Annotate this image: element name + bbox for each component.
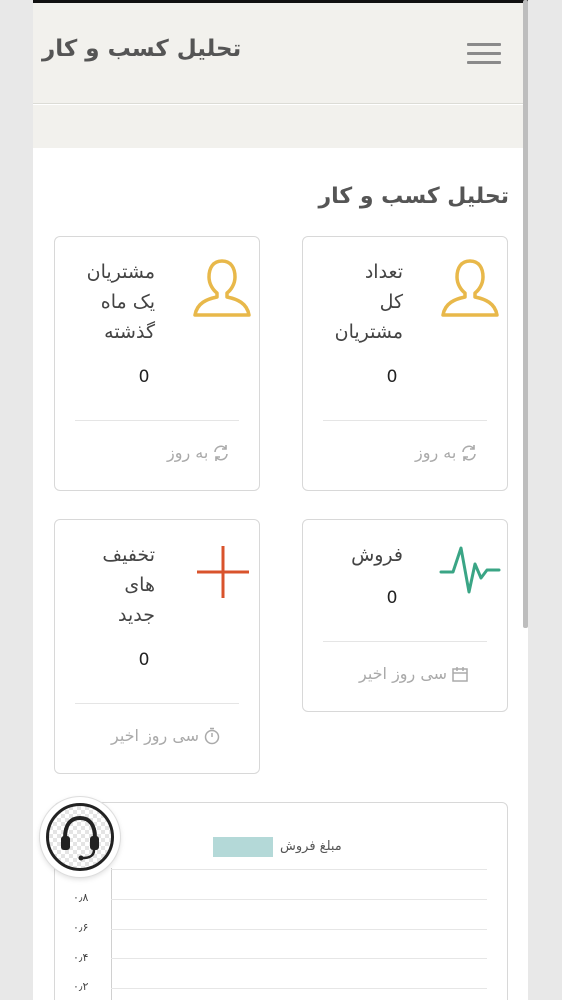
section-title: تحلیل کسب و کار [318, 184, 509, 209]
card-value: 0 [386, 367, 398, 387]
y-axis [111, 868, 112, 1000]
card-value: 0 [138, 367, 150, 387]
y-tick-label: ۰٫۴ [73, 951, 89, 964]
divider [75, 420, 239, 421]
card-footer: به روز [415, 443, 478, 462]
plus-icon [197, 546, 249, 598]
sales-chart: مبلغ فروش ۰٫۸ ۰٫۶ ۰٫۴ ۰٫۲ [54, 802, 508, 1000]
gridline [111, 988, 487, 989]
card-title: تعداد کل مشتریان [334, 261, 403, 343]
support-button-ring [46, 803, 114, 871]
legend-label: مبلغ فروش [280, 839, 342, 854]
card-footer: سی روز اخیر [111, 726, 221, 745]
card-new-discounts[interactable]: تخفیف های جدید 0 سی روز اخیر [54, 519, 260, 774]
user-icon [193, 259, 251, 317]
support-button[interactable] [40, 797, 120, 877]
card-value: 0 [138, 650, 150, 670]
card-title: تخفیف های جدید [102, 544, 155, 626]
headset-support-icon [61, 815, 99, 861]
card-sales[interactable]: فروش 0 سی روز اخیر [302, 519, 508, 712]
gridline [111, 958, 487, 959]
gridline [111, 899, 487, 900]
footer-label: به روز [167, 443, 209, 462]
app-header: تحلیل کسب و کار [33, 3, 528, 104]
hamburger-menu-icon[interactable] [467, 41, 501, 67]
refresh-icon [462, 444, 477, 461]
card-footer: به روز [167, 443, 230, 462]
header-strip [33, 105, 528, 148]
footer-label: سی روز اخیر [111, 726, 200, 745]
refresh-icon [214, 444, 229, 461]
gridline [111, 929, 487, 930]
divider [323, 420, 487, 421]
calendar-icon [452, 666, 468, 682]
footer-label: سی روز اخیر [359, 664, 448, 683]
scrollbar[interactable] [523, 0, 528, 628]
pulse-icon [439, 546, 501, 594]
page-title: تحلیل کسب و کار [42, 36, 242, 62]
y-tick-label: ۰٫۶ [73, 921, 89, 934]
card-value: 0 [386, 588, 398, 608]
card-title: مشتریان یک ماه گذشته [86, 261, 155, 343]
divider [75, 703, 239, 704]
card-last-month-customers[interactable]: مشتریان یک ماه گذشته 0 به روز [54, 236, 260, 491]
card-title: فروش [351, 544, 403, 566]
user-icon [441, 259, 499, 317]
divider [323, 641, 487, 642]
legend-swatch [213, 837, 273, 857]
card-footer: سی روز اخیر [359, 664, 469, 683]
y-tick-label: ۰٫۸ [73, 891, 89, 904]
gridline [111, 869, 487, 870]
timer-icon [204, 727, 220, 744]
footer-label: به روز [415, 443, 457, 462]
y-tick-label: ۰٫۲ [73, 980, 89, 993]
card-total-customers[interactable]: تعداد کل مشتریان 0 به روز [302, 236, 508, 491]
